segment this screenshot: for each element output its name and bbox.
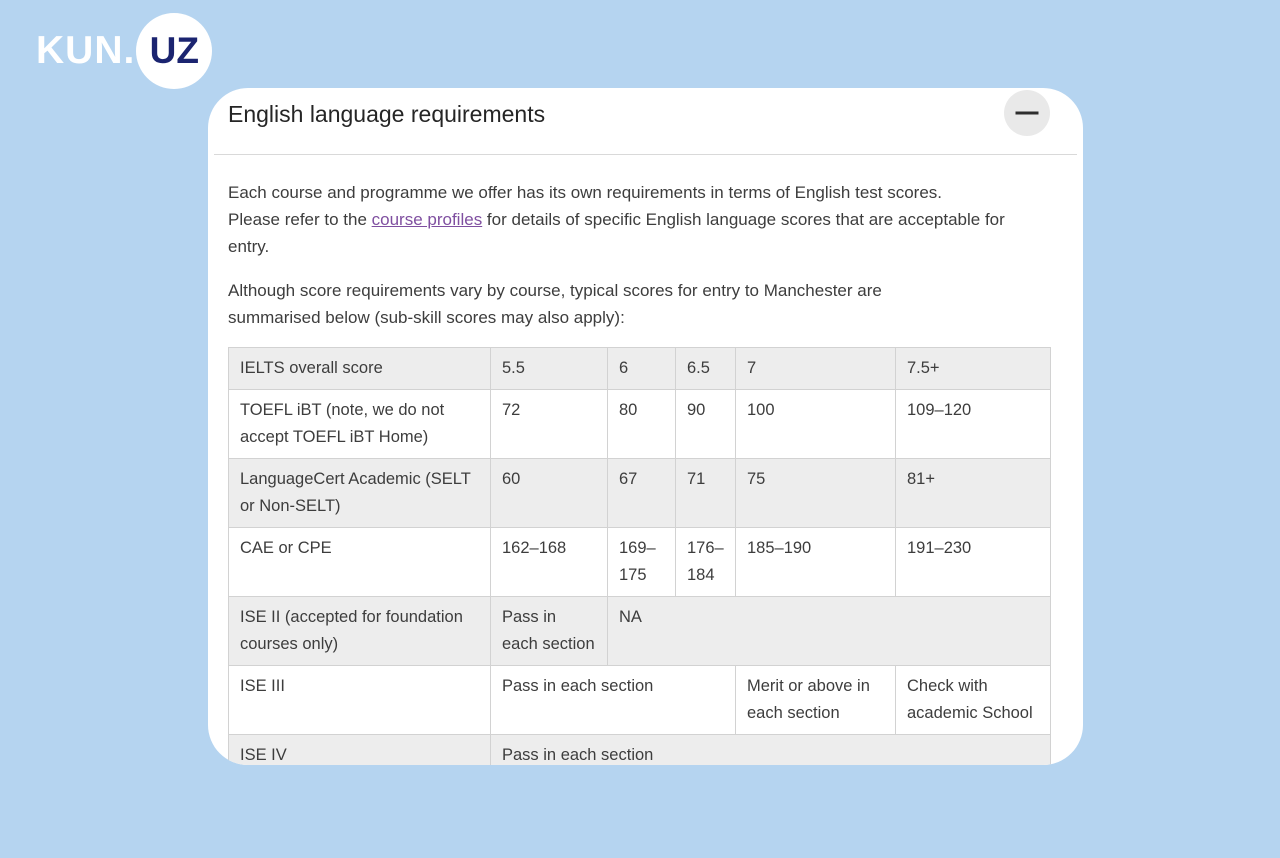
table-cell: CAE or CPE bbox=[229, 528, 491, 597]
table-row: ISE IVPass in each section bbox=[229, 735, 1051, 766]
page-background: KUN. UZ English language requirements Ea… bbox=[0, 0, 1280, 858]
table-cell: 7 bbox=[736, 348, 896, 390]
table-cell: ISE II (accepted for foundation courses … bbox=[229, 597, 491, 666]
table-cell: 109–120 bbox=[896, 390, 1051, 459]
table-cell: 90 bbox=[676, 390, 736, 459]
table-cell: 75 bbox=[736, 459, 896, 528]
accordion-header[interactable]: English language requirements bbox=[208, 88, 1083, 136]
accordion-card: English language requirements Each cours… bbox=[208, 88, 1083, 765]
logo-circle: UZ bbox=[136, 13, 212, 89]
table-cell: IELTS overall score bbox=[229, 348, 491, 390]
course-profiles-link[interactable]: course profiles bbox=[372, 210, 483, 229]
minus-icon bbox=[1016, 112, 1039, 115]
table-cell: 6 bbox=[608, 348, 676, 390]
table-cell: ISE IV bbox=[229, 735, 491, 766]
table-cell: 72 bbox=[491, 390, 608, 459]
table-cell: 176–184 bbox=[676, 528, 736, 597]
intro-line2-pre: Please refer to the bbox=[228, 210, 372, 229]
table-cell: Pass in each section bbox=[491, 666, 736, 735]
table-cell: 60 bbox=[491, 459, 608, 528]
summary-paragraph: Although score requirements vary by cour… bbox=[228, 277, 1050, 331]
table-row: ISE II (accepted for foundation courses … bbox=[229, 597, 1051, 666]
table-cell: 6.5 bbox=[676, 348, 736, 390]
summary-line1: Although score requirements vary by cour… bbox=[228, 281, 882, 300]
table-cell: Pass in each section bbox=[491, 597, 608, 666]
table-cell: Check with academic School bbox=[896, 666, 1051, 735]
table-cell: Pass in each section bbox=[491, 735, 1051, 766]
kunuz-logo: KUN. UZ bbox=[36, 13, 212, 89]
table-row: TOEFL iBT (note, we do not accept TOEFL … bbox=[229, 390, 1051, 459]
divider bbox=[214, 154, 1077, 155]
table-row: LanguageCert Academic (SELT or Non-SELT)… bbox=[229, 459, 1051, 528]
table-cell: 81+ bbox=[896, 459, 1051, 528]
table-row: IELTS overall score5.566.577.5+ bbox=[229, 348, 1051, 390]
table-row: CAE or CPE162–168169–175176–184185–19019… bbox=[229, 528, 1051, 597]
table-cell: 185–190 bbox=[736, 528, 896, 597]
table-cell: 169–175 bbox=[608, 528, 676, 597]
table-cell: 80 bbox=[608, 390, 676, 459]
logo-text: KUN. bbox=[36, 29, 135, 73]
table-row: ISE IIIPass in each sectionMerit or abov… bbox=[229, 666, 1051, 735]
table-cell: 67 bbox=[608, 459, 676, 528]
section-title: English language requirements bbox=[228, 97, 545, 131]
logo-circle-text: UZ bbox=[150, 30, 199, 72]
table-cell: Merit or above in each section bbox=[736, 666, 896, 735]
intro-line1: Each course and programme we offer has i… bbox=[228, 183, 942, 202]
collapse-button[interactable] bbox=[1004, 90, 1050, 136]
table-cell: 162–168 bbox=[491, 528, 608, 597]
table-cell: ISE III bbox=[229, 666, 491, 735]
table-cell: LanguageCert Academic (SELT or Non-SELT) bbox=[229, 459, 491, 528]
table-cell: 71 bbox=[676, 459, 736, 528]
table-cell: 7.5+ bbox=[896, 348, 1051, 390]
table-cell: 191–230 bbox=[896, 528, 1051, 597]
section-content: Each course and programme we offer has i… bbox=[208, 179, 1083, 765]
table-cell: 5.5 bbox=[491, 348, 608, 390]
table-cell: NA bbox=[608, 597, 1051, 666]
table-cell: TOEFL iBT (note, we do not accept TOEFL … bbox=[229, 390, 491, 459]
summary-line2: summarised below (sub-skill scores may a… bbox=[228, 308, 625, 327]
scores-table: IELTS overall score5.566.577.5+TOEFL iBT… bbox=[228, 347, 1051, 765]
table-cell: 100 bbox=[736, 390, 896, 459]
intro-paragraph: Each course and programme we offer has i… bbox=[228, 179, 1050, 260]
